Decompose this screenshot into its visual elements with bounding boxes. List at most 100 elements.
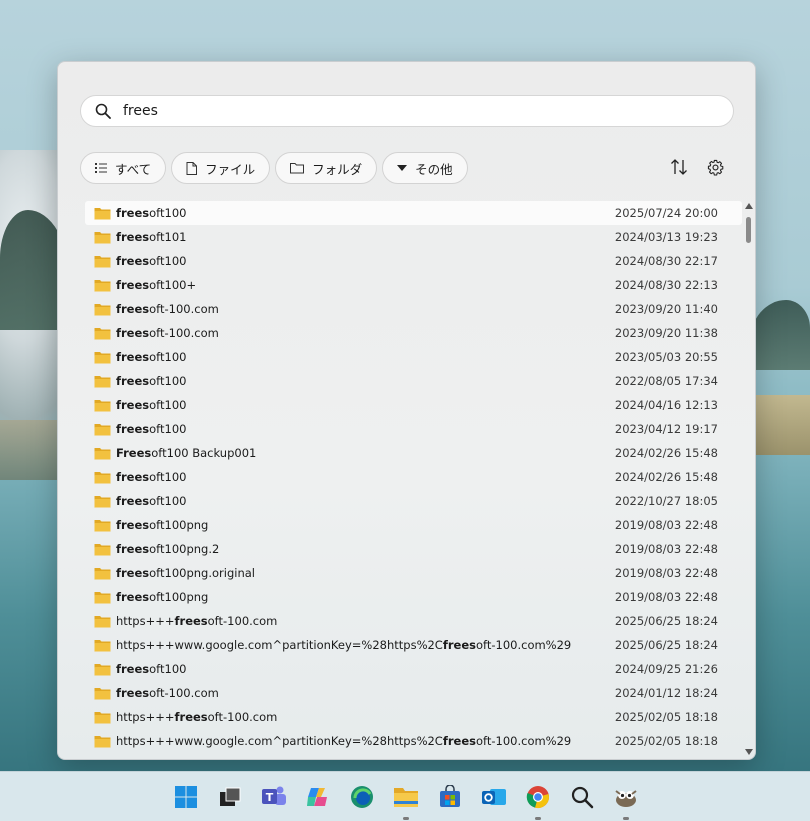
result-row[interactable]: freesoft100 2023/05/03 20:55 xyxy=(85,345,742,369)
result-name-suffix: oft-100.com%29 xyxy=(475,638,572,652)
result-name-match: Frees xyxy=(116,446,152,460)
task-view-icon[interactable] xyxy=(217,784,243,810)
result-name-suffix: oft-100.com xyxy=(149,326,219,340)
result-row[interactable]: freesoft100 2022/08/05 17:34 xyxy=(85,369,742,393)
result-row[interactable]: https+++freesoft-100.com 2025/06/25 18:24 xyxy=(85,609,742,633)
triangle-down-icon xyxy=(397,164,408,171)
search-app-icon[interactable] xyxy=(569,784,595,810)
edge-icon[interactable] xyxy=(349,784,375,810)
result-name: freesoft100png.original xyxy=(116,566,255,580)
folder-icon xyxy=(94,399,111,411)
result-row[interactable]: https+++www.google.com^partitionKey=%28h… xyxy=(85,729,742,753)
result-row[interactable]: freesoft100png.2 2019/08/03 22:48 xyxy=(85,537,742,561)
folder-icon xyxy=(94,639,111,651)
result-date: 2025/07/24 20:00 xyxy=(614,206,718,220)
result-name: freesoft100 xyxy=(116,350,186,364)
result-date: 2022/10/27 18:05 xyxy=(614,494,718,508)
result-date: 2019/08/03 22:48 xyxy=(614,590,718,604)
list-icon xyxy=(95,163,107,173)
filter-files-label: ファイル xyxy=(205,161,256,177)
result-row[interactable]: freesoft100 2022/10/27 18:05 xyxy=(85,489,742,513)
result-row[interactable]: freesoft100 2023/04/12 19:17 xyxy=(85,417,742,441)
result-name-match: frees xyxy=(174,710,208,724)
result-date: 2025/02/05 18:18 xyxy=(614,734,718,748)
result-row[interactable]: freesoft100png 2019/08/03 22:48 xyxy=(85,585,742,609)
filter-folders-button[interactable]: フォルダ xyxy=(275,152,378,184)
search-input[interactable] xyxy=(121,102,733,120)
folder-icon xyxy=(94,231,111,243)
result-row[interactable]: freesoft100+ 2024/08/30 22:13 xyxy=(85,273,742,297)
settings-button[interactable] xyxy=(704,156,726,178)
result-row[interactable]: freesoft100png.original 2019/08/03 22:48 xyxy=(85,561,742,585)
result-row[interactable]: freesoft101 2024/03/13 19:23 xyxy=(85,225,742,249)
scroll-down-arrow-icon[interactable] xyxy=(745,749,753,757)
result-date: 2022/08/05 17:34 xyxy=(614,374,718,388)
result-name: freesoft100 xyxy=(116,470,186,484)
result-name-suffix: oft-100.com%29 xyxy=(475,734,572,748)
result-row[interactable]: https+++www.google.com^partitionKey=%28h… xyxy=(85,633,742,657)
result-date: 2024/03/13 19:23 xyxy=(614,230,718,244)
folder-icon xyxy=(94,327,111,339)
result-date: 2024/02/26 15:48 xyxy=(614,446,718,460)
folder-icon xyxy=(94,447,111,459)
copilot-icon[interactable] xyxy=(305,784,331,810)
result-date: 2023/09/20 11:40 xyxy=(614,302,718,316)
microsoft-store-icon[interactable] xyxy=(437,784,463,810)
search-window: すべて ファイル フォルダ その他 xyxy=(57,61,756,760)
filter-files-button[interactable]: ファイル xyxy=(171,152,271,184)
outlook-icon[interactable] xyxy=(481,784,507,810)
result-name: freesoft-100.com xyxy=(116,326,219,340)
result-name: Freesoft100 Backup001 xyxy=(116,446,256,460)
results-scrollbar[interactable] xyxy=(745,203,753,759)
filter-other-dropdown[interactable]: その他 xyxy=(382,152,468,184)
result-name-suffix: oft100 xyxy=(149,254,187,268)
result-row[interactable]: freesoft100 2024/02/26 15:48 xyxy=(85,465,742,489)
result-row[interactable]: https+++freesoft-100.com 2025/02/05 18:18 xyxy=(85,705,742,729)
teams-icon[interactable]: T xyxy=(261,784,287,810)
result-name-match: frees xyxy=(116,590,150,604)
folder-icon xyxy=(94,255,111,267)
result-name-suffix: oft100 xyxy=(149,398,187,412)
result-row[interactable]: Freesoft100 Backup001 2024/02/26 15:48 xyxy=(85,441,742,465)
result-name-match: frees xyxy=(442,734,476,748)
result-row[interactable]: freesoft100 2024/04/16 12:13 xyxy=(85,393,742,417)
gimp-icon[interactable] xyxy=(613,784,639,820)
result-name: https+++www.google.com^partitionKey=%28h… xyxy=(116,638,571,652)
scroll-up-arrow-icon[interactable] xyxy=(745,203,753,211)
file-explorer-icon[interactable] xyxy=(393,784,419,820)
result-name-match: frees xyxy=(116,566,150,580)
windows-start-icon[interactable] xyxy=(173,784,199,810)
result-name-prefix: https+++ xyxy=(116,710,175,724)
search-icon xyxy=(95,103,111,119)
result-row[interactable]: freesoft-100.com 2024/01/12 18:24 xyxy=(85,681,742,705)
result-row[interactable]: freesoft100 2024/09/25 21:26 xyxy=(85,657,742,681)
result-name-match: frees xyxy=(116,470,150,484)
chrome-icon[interactable] xyxy=(525,784,551,820)
result-name-suffix: oft100 Backup001 xyxy=(151,446,257,460)
result-name: freesoft100+ xyxy=(116,278,196,292)
result-name: freesoft100 xyxy=(116,662,186,676)
result-name-suffix: oft-100.com xyxy=(149,686,219,700)
result-row[interactable]: freesoft-100.com 2023/09/20 11:40 xyxy=(85,297,742,321)
result-row[interactable]: freesoft100 2025/07/24 20:00 xyxy=(85,201,742,225)
gear-icon xyxy=(707,159,723,176)
result-date: 2023/05/03 20:55 xyxy=(614,350,718,364)
result-date: 2019/08/03 22:48 xyxy=(614,518,718,532)
result-name: https+++www.google.com^partitionKey=%28h… xyxy=(116,734,571,748)
result-row[interactable]: freesoft100 2024/08/30 22:17 xyxy=(85,249,742,273)
sort-button[interactable] xyxy=(668,156,690,178)
result-name: freesoft100png xyxy=(116,518,208,532)
filter-all-button[interactable]: すべて xyxy=(80,152,167,184)
folder-icon xyxy=(94,663,111,675)
result-name-match: frees xyxy=(116,662,150,676)
result-name-suffix: oft100 xyxy=(149,374,187,388)
folder-icon xyxy=(94,423,111,435)
result-name-match: frees xyxy=(116,374,150,388)
result-row[interactable]: freesoft-100.com 2023/09/20 11:38 xyxy=(85,321,742,345)
scrollbar-thumb[interactable] xyxy=(746,217,751,243)
result-row[interactable]: freesoft100png 2019/08/03 22:48 xyxy=(85,513,742,537)
search-box[interactable] xyxy=(80,95,734,127)
result-name-match: frees xyxy=(116,254,150,268)
result-name-suffix: oft100 xyxy=(149,470,187,484)
result-name-prefix: https+++www.google.com^partitionKey=%28h… xyxy=(116,734,443,748)
